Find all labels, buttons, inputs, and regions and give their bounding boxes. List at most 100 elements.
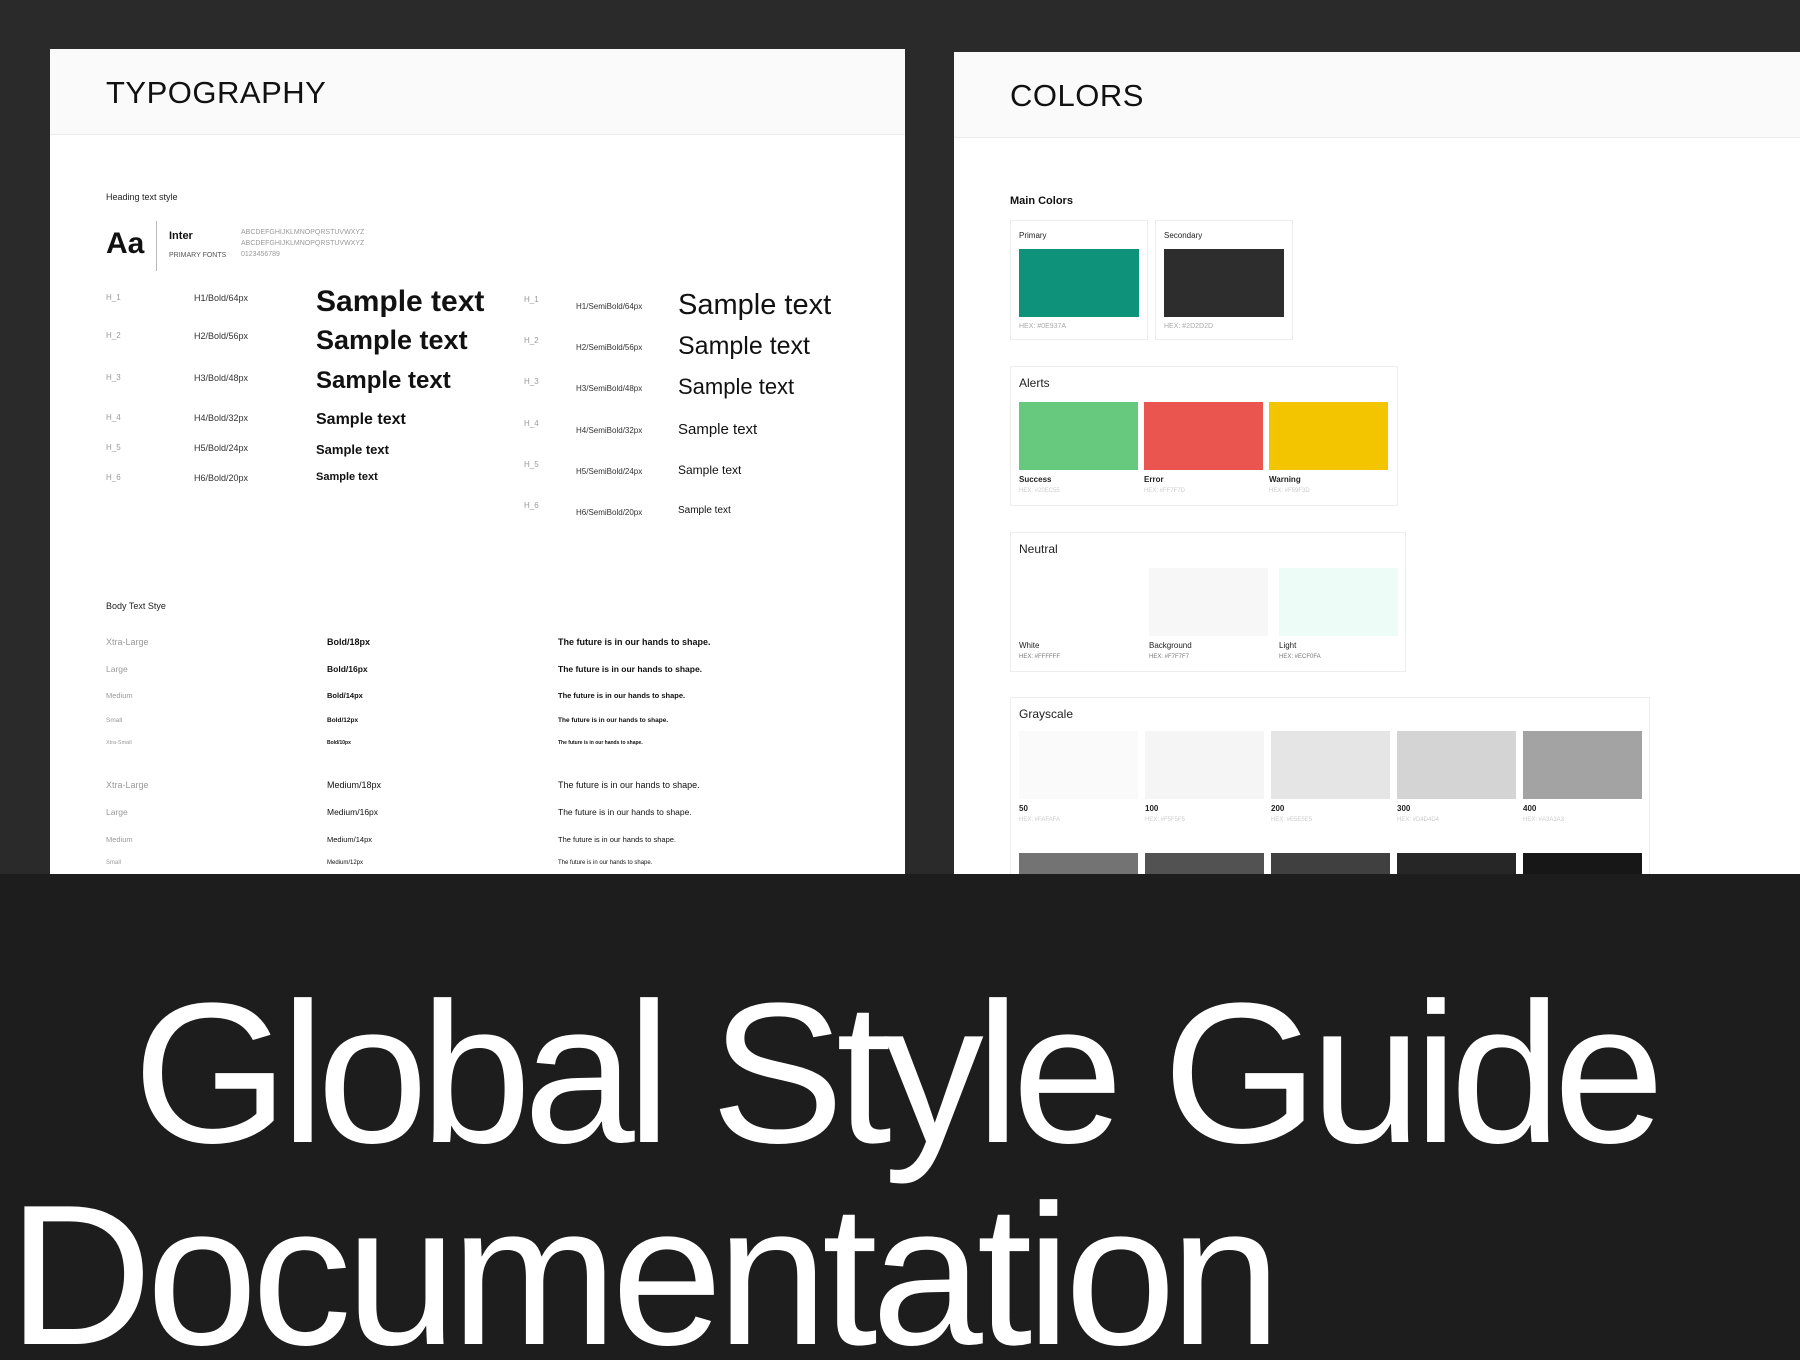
neutral-name: Background bbox=[1149, 641, 1192, 650]
heading-sample: Sample text bbox=[316, 285, 485, 318]
heading-sample: Sample text bbox=[316, 471, 378, 483]
alphabet-upper: ABCDEFGHIJKLMNOPQRSTUVWXYZ bbox=[241, 229, 365, 236]
heading-spec: H4/Bold/32px bbox=[194, 413, 249, 423]
colors-header: COLORS bbox=[954, 52, 1800, 138]
body-section-label: Body Text Stye bbox=[106, 601, 166, 611]
neutral-hex: HEX: #ECF0FA bbox=[1279, 654, 1321, 660]
heading-tag: H_1 bbox=[524, 295, 539, 304]
grayscale-swatch bbox=[1019, 731, 1138, 799]
heading-spec: H6/Bold/20px bbox=[194, 473, 249, 483]
body-sample: The future is in our hands to shape. bbox=[558, 780, 700, 790]
heading-spec: H5/SemiBold/24px bbox=[576, 467, 643, 476]
neutral-swatch bbox=[1149, 568, 1268, 636]
heading-tag: H_3 bbox=[524, 377, 539, 386]
neutral-name: White bbox=[1019, 641, 1040, 650]
alphabet-lower: ABCDEFGHIJKLMNOPQRSTUVWXYZ bbox=[241, 240, 365, 247]
alert-name: Error bbox=[1144, 475, 1164, 484]
heading-spec: H3/SemiBold/48px bbox=[576, 384, 643, 393]
stage: TYPOGRAPHY Heading text style Aa Inter P… bbox=[0, 0, 1800, 1360]
neutral-hex: HEX: #FFFFFF bbox=[1019, 654, 1060, 660]
heading-spec: H1/SemiBold/64px bbox=[576, 302, 643, 311]
body-sample: The future is in our hands to shape. bbox=[558, 835, 676, 844]
grayscale-hex: HEX: #F5F5F5 bbox=[1145, 817, 1186, 823]
grayscale-hex: HEX: #FAFAFA bbox=[1019, 817, 1061, 823]
body-sample: The future is in our hands to shape. bbox=[558, 691, 686, 700]
color-name: Secondary bbox=[1164, 231, 1203, 240]
neutral-title: Neutral bbox=[1019, 542, 1058, 556]
neutral-swatch bbox=[1279, 568, 1398, 636]
grayscale-hex: HEX: #D4D4D4 bbox=[1397, 817, 1440, 823]
alert-swatch bbox=[1269, 402, 1388, 470]
grayscale-name: 100 bbox=[1145, 804, 1159, 813]
grayscale-name: 50 bbox=[1019, 804, 1028, 813]
alerts-title: Alerts bbox=[1019, 376, 1050, 390]
digits: 0123456789 bbox=[241, 251, 280, 258]
body-spec: Medium/14px bbox=[327, 835, 373, 844]
alert-swatch bbox=[1144, 402, 1263, 470]
heading-tag: H_6 bbox=[524, 501, 539, 510]
heading-tag: H_5 bbox=[524, 460, 539, 469]
heading-sample: Sample text bbox=[678, 505, 731, 516]
grayscale-swatch bbox=[1271, 731, 1390, 799]
typography-panel: TYPOGRAPHY Heading text style Aa Inter P… bbox=[50, 49, 905, 879]
alert-hex: HEX: #20EC55 bbox=[1019, 488, 1060, 494]
font-divider bbox=[156, 221, 157, 271]
body-spec: Medium/12px bbox=[327, 860, 364, 866]
body-size-label: Small bbox=[106, 717, 123, 724]
heading-spec: H6/SemiBold/20px bbox=[576, 508, 643, 517]
font-name: Inter bbox=[169, 230, 193, 242]
grayscale-name: 300 bbox=[1397, 804, 1411, 813]
grayscale-name: 200 bbox=[1271, 804, 1285, 813]
neutral-swatch bbox=[1019, 568, 1138, 636]
grayscale-name: 400 bbox=[1523, 804, 1537, 813]
main-colors-title: Main Colors bbox=[1010, 195, 1073, 207]
color-swatch bbox=[1019, 249, 1139, 317]
color-swatch bbox=[1164, 249, 1284, 317]
body-spec: Bold/10px bbox=[327, 740, 351, 746]
body-size-label: Xtra-Small bbox=[106, 740, 132, 746]
alert-swatch bbox=[1019, 402, 1138, 470]
body-sample: The future is in our hands to shape. bbox=[558, 717, 669, 724]
color-name: Primary bbox=[1019, 231, 1047, 240]
alert-hex: HEX: #F59F3D bbox=[1269, 488, 1310, 494]
body-size-label: Large bbox=[106, 664, 128, 674]
alerts-card: Alerts Success HEX: #20EC55 Error HEX: #FF7… bbox=[1010, 366, 1398, 506]
heading-sample: Sample text bbox=[678, 289, 832, 321]
hero-title-line2: Documentation bbox=[8, 1164, 1281, 1360]
body-spec: Bold/18px bbox=[327, 637, 371, 647]
heading-tag: H_4 bbox=[524, 419, 539, 428]
hero-title-line1: Global Style Guide bbox=[133, 962, 1665, 1185]
alert-name: Warning bbox=[1269, 475, 1301, 484]
heading-tag: H_2 bbox=[524, 336, 539, 345]
heading-sample: Sample text bbox=[678, 463, 742, 477]
heading-sample: Sample text bbox=[678, 374, 795, 399]
alert-name: Success bbox=[1019, 475, 1052, 484]
typography-title: TYPOGRAPHY bbox=[106, 75, 327, 110]
heading-spec: H4/SemiBold/32px bbox=[576, 426, 643, 435]
heading-spec: H5/Bold/24px bbox=[194, 443, 249, 453]
body-spec: Bold/16px bbox=[327, 664, 368, 674]
body-sample: The future is in our hands to shape. bbox=[558, 860, 653, 866]
heading-spec: H2/Bold/56px bbox=[194, 331, 249, 341]
neutral-card: Neutral White HEX: #FFFFFF Background HEX: … bbox=[1010, 532, 1406, 672]
heading-tag: H_3 bbox=[106, 373, 121, 382]
body-spec: Medium/16px bbox=[327, 807, 379, 817]
body-size-label: Xtra-Large bbox=[106, 637, 149, 647]
colors-panel: COLORS Main Colors Primary HEX: #0E937A Se… bbox=[954, 52, 1800, 879]
body-size-label: Xtra-Large bbox=[106, 780, 149, 790]
typography-header: TYPOGRAPHY bbox=[50, 49, 905, 135]
heading-sample: Sample text bbox=[316, 442, 389, 457]
font-sample: Aa bbox=[106, 227, 145, 260]
main-color-card: Primary HEX: #0E937A bbox=[1010, 220, 1148, 340]
heading-sample: Sample text bbox=[678, 332, 811, 360]
grayscale-title: Grayscale bbox=[1019, 707, 1074, 721]
body-sample: The future is in our hands to shape. bbox=[558, 664, 703, 674]
heading-tag: H_4 bbox=[106, 413, 121, 422]
neutral-hex: HEX: #F7F7F7 bbox=[1149, 654, 1190, 660]
heading-sample: Sample text bbox=[316, 367, 451, 394]
heading-spec: H2/SemiBold/56px bbox=[576, 343, 643, 352]
heading-sample: Sample text bbox=[316, 325, 468, 355]
body-size-label: Large bbox=[106, 807, 128, 817]
color-hex: HEX: #2D2D2D bbox=[1164, 323, 1214, 330]
neutral-name: Light bbox=[1279, 641, 1297, 650]
